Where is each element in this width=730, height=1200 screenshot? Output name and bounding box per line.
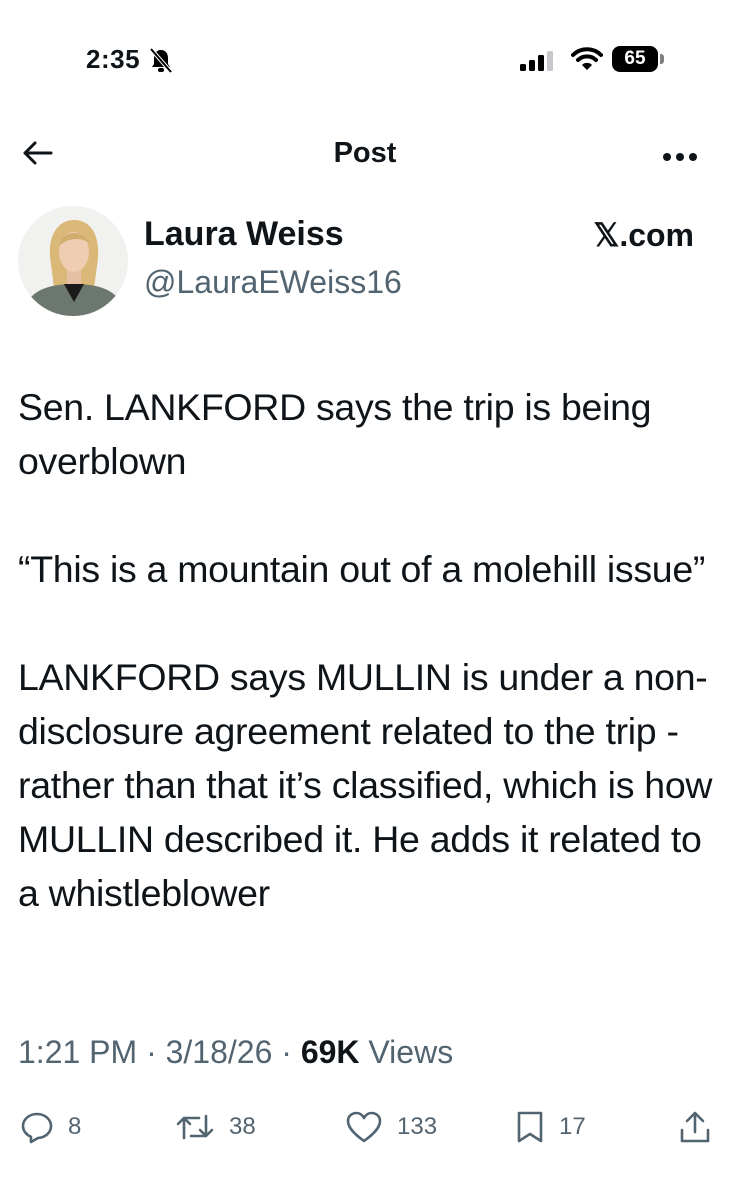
post-text: Sen. LANKFORD says the trip is being ove…: [18, 380, 718, 974]
like-count: 133: [397, 1113, 438, 1140]
bookmark-icon: [517, 1111, 543, 1143]
post-paragraph: LANKFORD says MULLIN is under a non-disc…: [18, 656, 713, 914]
reply-icon: [21, 1112, 53, 1144]
post-paragraph: Sen. LANKFORD says the trip is being ove…: [18, 386, 652, 482]
like-icon: [346, 1111, 382, 1143]
reply-count: 8: [68, 1113, 82, 1140]
post-paragraph: “This is a mountain out of a molehill is…: [18, 548, 706, 590]
repost-count: 38: [229, 1113, 256, 1140]
page-title: Post: [333, 137, 397, 169]
signal-icon: [520, 51, 556, 76]
source-label: 𝕏.com: [593, 217, 694, 253]
post-meta: 1:21 PM · 3/18/26 · 69K Views: [18, 1034, 454, 1070]
author-handle[interactable]: @LauraEWeiss16: [144, 264, 402, 301]
share-button[interactable]: [678, 1110, 712, 1144]
bookmark-button[interactable]: 17: [515, 1110, 586, 1144]
author-name[interactable]: Laura Weiss: [144, 215, 344, 254]
reply-button[interactable]: 8: [20, 1110, 81, 1144]
repost-icon: [176, 1114, 214, 1140]
post-date: 3/18/26: [165, 1034, 273, 1070]
views-label[interactable]: Views: [368, 1034, 453, 1070]
battery-tip: [660, 54, 664, 64]
views-count[interactable]: 69K: [301, 1034, 360, 1070]
repost-button[interactable]: 38: [175, 1110, 256, 1144]
bell-slash-icon: [149, 47, 173, 79]
share-icon: [680, 1111, 710, 1143]
more-icon[interactable]: [662, 149, 698, 167]
status-time: 2:35: [86, 44, 141, 74]
avatar[interactable]: [18, 206, 128, 316]
like-button[interactable]: 133: [345, 1110, 437, 1144]
battery-indicator: 65: [612, 46, 658, 72]
post-time: 1:21 PM: [18, 1034, 138, 1070]
wifi-icon: [571, 46, 603, 77]
bookmark-count: 17: [559, 1113, 586, 1140]
